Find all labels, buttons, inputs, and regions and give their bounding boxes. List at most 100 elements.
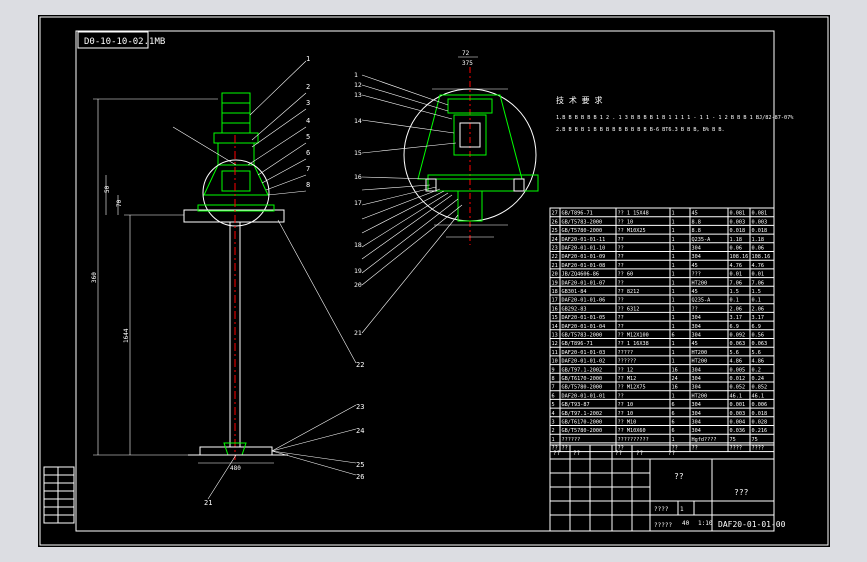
bom-cell: HT200 xyxy=(692,280,708,286)
bom-cell: 0.1 xyxy=(730,298,739,304)
bom-cell: ?? xyxy=(618,254,624,260)
bom-cell: ?? xyxy=(618,246,624,252)
svg-text:??: ?? xyxy=(573,450,581,457)
svg-text:16: 16 xyxy=(354,173,362,181)
bom-row: 12 GB/T896-71 ?? 1 16X38 1 45 0.063 0.063 xyxy=(552,341,768,347)
bom-cell: 0.006 xyxy=(752,402,768,408)
bom-cell: 304 xyxy=(692,420,701,426)
bom-cell: 0.2 xyxy=(752,367,761,373)
bom-cell: 6.9 xyxy=(752,324,761,330)
bom-cell: 22 xyxy=(552,254,558,260)
bom-cell: 4.86 xyxy=(752,359,765,365)
dim-50: 50 xyxy=(104,185,111,193)
svg-text:7: 7 xyxy=(306,165,310,173)
bom-row: 20 JB/ZQ4606-86 ?? 60 1??? 0.01 0.01 xyxy=(552,272,765,278)
balloons-left: 1 12 13 14 15 16 17 18 19 20 21 xyxy=(354,71,362,337)
bom-cell: 0.003 xyxy=(730,411,746,417)
bom-cell: 0.052 xyxy=(730,385,746,391)
bom-cell: 7.06 xyxy=(752,280,765,286)
svg-text:24: 24 xyxy=(356,427,364,435)
bom-row: 25 GB/T5780-2000 ?? M10X25 1 8.8 0.018 0.018 xyxy=(552,228,768,234)
svg-text:14: 14 xyxy=(354,117,362,125)
bom-row: 18 GB301-84 ?? 8212 1 45 1.5 1.5 xyxy=(552,289,761,295)
bom-cell: ?? xyxy=(618,263,624,269)
bom-cell: 11 xyxy=(552,350,558,356)
bom-cell: 3.17 xyxy=(730,315,743,321)
bom-cell: 18 xyxy=(552,289,558,295)
cad-drawing: D0-10-10-02.1MB 50 70 360 1644 480 1 2 3… xyxy=(39,16,829,546)
left-revision-box xyxy=(43,466,75,524)
bom-cell: 1 xyxy=(672,359,675,365)
bom-cell: 19 xyxy=(552,280,558,286)
bom-cell: 304 xyxy=(692,376,701,382)
bom-cell: DAF20-01-01-02 xyxy=(562,359,606,365)
bom-row: 1???????????????? 1 Hgfd???? 75 75 xyxy=(552,437,758,443)
bom-cell: 304 xyxy=(692,402,701,408)
bom-cell: 8.8 xyxy=(692,228,701,234)
bom-cell: ?? xyxy=(618,324,624,330)
bom-row: 24 DAF20-01-01-11?? 1 Q235-A 1.18 1.18 xyxy=(552,237,765,243)
bom-cell: 304 xyxy=(692,411,701,417)
bom-cell: GB301-84 xyxy=(562,289,587,295)
bom-row: 27 GB/T896-71 ?? 1 15X48 1 45 0.081 0.081 xyxy=(552,211,768,217)
bom-cell: DAF20-01-01-06 xyxy=(562,298,606,304)
bom-cell: 3 xyxy=(552,420,555,426)
bom-cell: 45 xyxy=(692,263,698,269)
bom-cell: 1.5 xyxy=(752,289,761,295)
bom-cell: 1 xyxy=(672,341,675,347)
bom-cell: 1 xyxy=(672,298,675,304)
bom-cell: 45 xyxy=(692,289,698,295)
bom-cell: 17 xyxy=(552,298,558,304)
bom-cell: 45 xyxy=(692,211,698,217)
bom-cell: 27 xyxy=(552,211,558,217)
svg-text:1:10: 1:10 xyxy=(698,520,713,527)
bom-cell: ?? 10 xyxy=(618,219,634,225)
bom-cell: 1.5 xyxy=(730,289,739,295)
bom-cell: 0.01 xyxy=(752,272,765,278)
bom-cell: 0.081 xyxy=(752,211,768,217)
bom-cell: 0.063 xyxy=(752,341,768,347)
bom-cell: 8.8 xyxy=(692,219,701,225)
bom-cell: GB/T6170-2000 xyxy=(562,376,603,382)
bom-cell: 1.18 xyxy=(752,237,765,243)
bom-cell: 1 xyxy=(672,228,675,234)
bom-cell: 45 xyxy=(692,341,698,347)
bom-cell: 6 xyxy=(672,428,675,434)
mounting-plate xyxy=(183,209,285,223)
svg-text:4: 4 xyxy=(306,117,310,125)
bom-cell: 108.16 xyxy=(730,254,749,260)
bom-cell: 0.028 xyxy=(752,420,768,426)
bom-cell: ??? xyxy=(692,272,701,278)
balloon-bottom: 21 xyxy=(204,499,212,507)
svg-text:3: 3 xyxy=(306,99,310,107)
svg-text:17: 17 xyxy=(354,199,362,207)
bom-cell: DAF20-01-01-11 xyxy=(562,237,606,243)
bom-row: 19 DAF20-01-01-07?? 1 HT200 7.06 7.06 xyxy=(552,280,765,286)
bom-cell: 304 xyxy=(692,333,701,339)
detail-view: 72 375 xyxy=(361,50,539,334)
bom-cell: 1 xyxy=(672,280,675,286)
bom-cell: 4.76 xyxy=(730,263,743,269)
bom-cell: 0.852 xyxy=(752,385,768,391)
bom-row: 2 GB/T5780-2000 ?? M10X60 6 304 0.036 0.216 xyxy=(552,428,768,434)
bom-cell: 0.018 xyxy=(730,228,746,234)
bom-cell: ?? xyxy=(562,446,568,452)
bom-cell: ?? M10X60 xyxy=(618,428,646,434)
cad-viewport[interactable]: D0-10-10-02.1MB 50 70 360 1644 480 1 2 3… xyxy=(38,15,830,547)
svg-text:8: 8 xyxy=(306,181,310,189)
bom-cell: Q235-A xyxy=(692,298,712,304)
bom-cell: 46.1 xyxy=(730,393,743,399)
svg-text:19: 19 xyxy=(354,267,362,275)
bom-cell: 12 xyxy=(552,341,558,347)
bom-cell: GB/T5780-2000 xyxy=(562,385,603,391)
bom-cell: 5.6 xyxy=(730,350,739,356)
bom-cell: 23 xyxy=(552,246,558,252)
bom-cell: 6 xyxy=(672,402,675,408)
bom-cell: 0.004 xyxy=(730,420,746,426)
bom-row: 15 DAF20-01-01-05?? 1 304 3.17 3.17 xyxy=(552,315,765,321)
bom-cell: ?? M10 xyxy=(618,420,637,426)
bom-cell: 9 xyxy=(552,367,555,373)
title-block: ?? ?? ?? ?? ?? ?? ??? ???? ????? 1 40 1:… xyxy=(549,444,786,532)
bom-cell: ?????????? xyxy=(618,437,649,443)
bom-cell: 2.06 xyxy=(730,306,743,312)
